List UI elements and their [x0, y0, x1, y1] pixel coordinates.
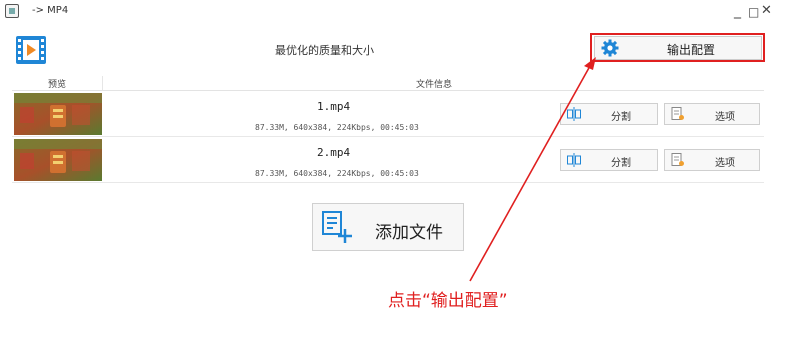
- options-icon: [671, 153, 685, 167]
- add-file-label: 添加文件: [375, 223, 443, 243]
- table-row[interactable]: 2.mp4 87.33M, 640x384, 224Kbps, 00:45:03…: [12, 138, 764, 183]
- annotation-text: 点击“输出配置”: [388, 291, 508, 311]
- add-file-button[interactable]: 添加文件: [312, 203, 464, 251]
- video-file-icon: [15, 35, 47, 65]
- split-button[interactable]: 分割: [560, 103, 658, 125]
- file-name: 2.mp4: [317, 146, 351, 159]
- output-config-label: 输出配置: [667, 43, 716, 57]
- split-button[interactable]: 分割: [560, 149, 658, 171]
- column-header-info: 文件信息: [416, 80, 453, 90]
- file-meta: 87.33M, 640x384, 224Kbps, 00:45:03: [255, 169, 419, 178]
- file-name: 1.mp4: [317, 100, 351, 113]
- column-divider: [102, 76, 103, 90]
- table-header: 预览 文件信息: [12, 76, 764, 91]
- window-title: -> MP4: [32, 5, 69, 16]
- add-file-icon: [319, 209, 355, 245]
- options-button[interactable]: 选项: [664, 149, 760, 171]
- gear-icon: [601, 39, 619, 57]
- options-label: 选项: [715, 158, 735, 169]
- split-icon: [567, 153, 581, 167]
- close-button[interactable]: ✕: [761, 3, 772, 18]
- app-icon: [5, 4, 19, 18]
- app-window: -> MP4 _ □ ✕ 最优化的质量和大小 输出配置 预览 文件信息 1.mp…: [0, 0, 778, 355]
- table-row[interactable]: 1.mp4 87.33M, 640x384, 224Kbps, 00:45:03…: [12, 92, 764, 137]
- quality-label[interactable]: 最优化的质量和大小: [275, 42, 374, 58]
- output-config-button[interactable]: 输出配置: [594, 36, 762, 60]
- split-icon: [567, 107, 581, 121]
- split-label: 分割: [611, 158, 631, 169]
- options-label: 选项: [715, 112, 735, 123]
- split-label: 分割: [611, 112, 631, 123]
- video-thumbnail: [14, 139, 102, 181]
- column-header-preview: 预览: [48, 80, 67, 90]
- file-meta: 87.33M, 640x384, 224Kbps, 00:45:03: [255, 123, 419, 132]
- minimize-button[interactable]: _: [734, 3, 741, 19]
- options-button[interactable]: 选项: [664, 103, 760, 125]
- video-thumbnail: [14, 93, 102, 135]
- options-icon: [671, 107, 685, 121]
- title-bar: -> MP4 _ □ ✕: [0, 0, 778, 24]
- maximize-button[interactable]: □: [748, 5, 759, 19]
